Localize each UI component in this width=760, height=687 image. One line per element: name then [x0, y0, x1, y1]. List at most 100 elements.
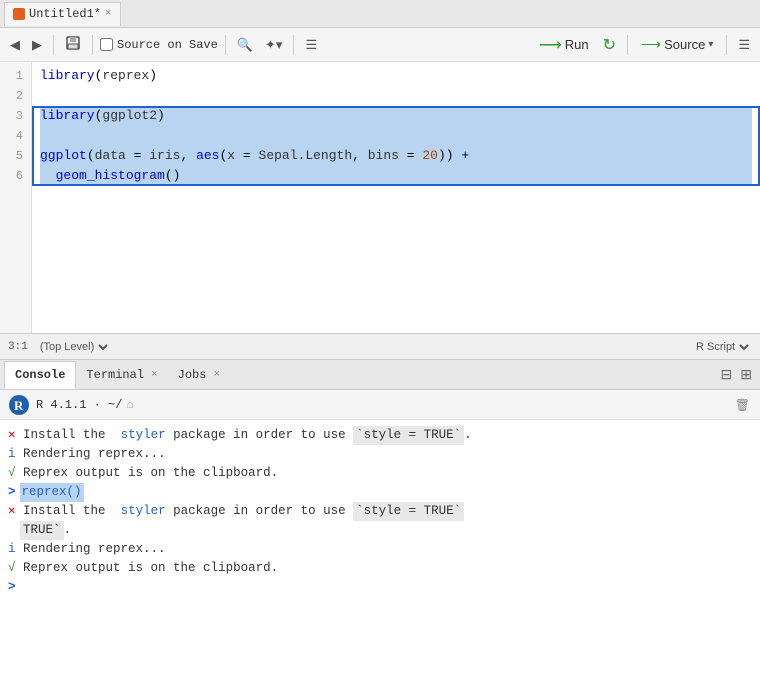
forward-icon: ▶	[32, 37, 42, 53]
clear-console-button[interactable]: 🗑	[733, 396, 752, 414]
back-button[interactable]: ◀	[6, 32, 24, 58]
script-type-select[interactable]: R Script	[692, 340, 752, 354]
console-text-2: Rendering reprex...	[16, 445, 166, 464]
source-on-save-text: Source on Save	[117, 38, 218, 52]
console-tab-label: Console	[15, 368, 65, 382]
console-line-1: ✕ Install the styler package in order to…	[8, 426, 752, 445]
console-toolbar: R R 4.1.1 · ~/ ⌂ 🗑	[0, 390, 760, 420]
editor-panel: Untitled1* × ◀ ▶ Source on Save	[0, 0, 760, 360]
editor-toolbar: ◀ ▶ Source on Save 🔍 ✦▾	[0, 28, 760, 62]
code-tools-icon: ✦▾	[265, 37, 282, 53]
jobs-tab-close[interactable]: ×	[213, 369, 220, 381]
console-text-1c: .	[464, 426, 472, 445]
true-code: TRUE`	[20, 521, 64, 540]
console-text-1a: Install the	[16, 426, 114, 445]
toolbar-divider-2	[92, 35, 93, 55]
run-button[interactable]: ⟶ Run	[533, 33, 595, 57]
styler-link-2[interactable]: styler	[113, 502, 166, 521]
home-icon: ⌂	[126, 398, 133, 412]
find-icon: 🔍	[237, 37, 253, 53]
error-prefix-2: ✕	[8, 502, 16, 521]
toolbar-divider-3	[225, 35, 226, 55]
source-on-save-checkbox[interactable]	[100, 38, 113, 51]
find-button[interactable]: 🔍	[233, 32, 257, 58]
jobs-tab-label: Jobs	[178, 368, 207, 382]
terminal-tab-close[interactable]: ×	[151, 369, 158, 381]
style-code-1: `style = TRUE`	[353, 426, 464, 445]
code-editor[interactable]: 1 2 3 4 5 6 library(reprex) library(ggpl…	[0, 62, 760, 333]
tab-bar: Untitled1* ×	[0, 0, 760, 28]
code-line-2	[40, 86, 752, 106]
source-arrow-icon: ⟶	[641, 36, 661, 53]
console-output[interactable]: ✕ Install the styler package in order to…	[0, 420, 760, 687]
console-tab-icons: ⊟ ⊞	[719, 364, 760, 385]
style-code-2: `style = TRUE`	[353, 502, 464, 521]
code-content[interactable]: library(reprex) library(ggplot2) ggplot(…	[32, 62, 760, 333]
source-label: Source	[664, 37, 705, 52]
console-line-2: i Rendering reprex...	[8, 445, 752, 464]
status-bar: 3:1 (Top Level) R Script	[0, 333, 760, 359]
prompt-prefix-cmd: >	[8, 483, 16, 502]
code-line-1: library(reprex)	[40, 66, 752, 86]
console-line-3: √ Reprex output is on the clipboard.	[8, 464, 752, 483]
r-logo-icon: R	[8, 394, 30, 416]
forward-button[interactable]: ▶	[28, 32, 46, 58]
console-text-6: Reprex output is on the clipboard.	[16, 559, 279, 578]
menu-button[interactable]: ☰	[734, 32, 754, 58]
minimize-button[interactable]: ⊟	[719, 364, 735, 385]
code-line-6: geom_histogram()	[40, 166, 752, 186]
save-icon	[65, 35, 81, 54]
scope-select[interactable]: (Top Level)	[36, 340, 111, 354]
line-num-3: 3	[4, 106, 23, 126]
console-toolbar-right: 🗑	[733, 396, 752, 414]
styler-link-1[interactable]: styler	[113, 426, 166, 445]
console-line-5: i Rendering reprex...	[8, 540, 752, 559]
r-file-icon	[13, 8, 25, 20]
console-text-4c: .	[64, 521, 72, 540]
code-tools-button[interactable]: ✦▾	[261, 32, 286, 58]
code-line-4	[40, 126, 752, 146]
code-line-3: library(ggplot2)	[40, 106, 752, 126]
toolbar-divider-6	[726, 35, 727, 55]
toolbar-divider-5	[627, 35, 628, 55]
console-text-4b: package in order to use	[166, 502, 354, 521]
code-line-5: ggplot(data = iris, aes(x = Sepal.Length…	[40, 146, 752, 166]
editor-tab[interactable]: Untitled1* ×	[4, 2, 121, 26]
r-version-text: R 4.1.1 · ~/	[36, 398, 122, 412]
source-dropdown-icon: ▾	[708, 39, 713, 50]
console-tab-jobs[interactable]: Jobs ×	[168, 361, 230, 389]
maximize-button[interactable]: ⊞	[738, 364, 754, 385]
console-tab-bar: Console Terminal × Jobs × ⊟ ⊞	[0, 360, 760, 390]
rerun-button[interactable]: ↻	[599, 32, 620, 58]
console-tab-console[interactable]: Console	[4, 361, 76, 389]
source-button[interactable]: ⟶ Source ▾	[635, 34, 719, 55]
svg-text:R: R	[14, 398, 24, 413]
line-num-5: 5	[4, 146, 23, 166]
console-panel: Console Terminal × Jobs × ⊟ ⊞ R R 4.1.1 …	[0, 360, 760, 687]
source-on-save-label[interactable]: Source on Save	[100, 38, 218, 52]
line-num-2: 2	[4, 86, 23, 106]
back-icon: ◀	[10, 37, 20, 53]
run-arrow-icon: ⟶	[539, 35, 562, 55]
save-button[interactable]	[61, 32, 85, 58]
console-line-6: √ Reprex output is on the clipboard.	[8, 559, 752, 578]
line-numbers: 1 2 3 4 5 6	[0, 62, 32, 333]
status-right: R Script	[692, 340, 752, 354]
console-cmd-line: > reprex()	[8, 483, 752, 502]
terminal-tab-label: Terminal	[86, 368, 144, 382]
toolbar-divider-1	[53, 35, 54, 55]
column-layout-button[interactable]: ☰	[301, 32, 321, 58]
line-num-1: 1	[4, 66, 23, 86]
info-prefix-1: i	[8, 445, 16, 464]
prompt-prefix-final: >	[8, 578, 16, 597]
line-num-4: 4	[4, 126, 23, 146]
reprex-cmd-highlight: reprex()	[20, 483, 84, 502]
console-text-5: Rendering reprex...	[16, 540, 166, 559]
info-prefix-2: i	[8, 540, 16, 559]
console-cursor	[20, 578, 28, 597]
console-final-prompt[interactable]: >	[8, 578, 752, 597]
console-tab-terminal[interactable]: Terminal ×	[76, 361, 167, 389]
menu-icon: ☰	[738, 37, 750, 53]
tab-close-button[interactable]: ×	[105, 8, 112, 20]
rerun-icon: ↻	[603, 35, 616, 55]
